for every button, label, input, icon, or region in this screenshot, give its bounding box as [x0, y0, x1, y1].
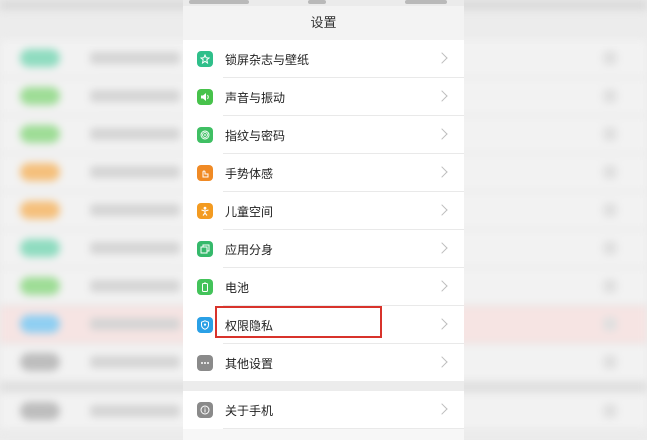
- settings-item-app-clone[interactable]: 应用分身: [183, 230, 464, 268]
- settings-item-wallpaper[interactable]: 锁屏杂志与壁纸: [183, 40, 464, 78]
- settings-item-label: 应用分身: [225, 243, 274, 257]
- chevron-right-icon: [436, 90, 448, 102]
- settings-item-label: 锁屏杂志与壁纸: [225, 53, 310, 67]
- chevron-right-icon: [436, 356, 448, 368]
- child-icon: [197, 203, 213, 219]
- gesture-icon: [197, 165, 213, 181]
- app-clone-icon: [197, 241, 213, 257]
- settings-item-battery[interactable]: 电池: [183, 268, 464, 306]
- wallpaper-icon: [197, 51, 213, 67]
- fingerprint-icon: [197, 127, 213, 143]
- settings-item-label: 电池: [225, 281, 250, 295]
- app-header: 设置: [183, 6, 464, 40]
- speaker-icon: [197, 89, 213, 105]
- section-gap: [183, 381, 464, 391]
- settings-item-label: 关于手机: [225, 404, 274, 418]
- settings-item-other[interactable]: 其他设置: [183, 344, 464, 382]
- chevron-right-icon: [436, 280, 448, 292]
- chevron-right-icon: [436, 52, 448, 64]
- status-left: [189, 0, 249, 4]
- settings-panel: 设置 锁屏杂志与壁纸 声音与振动 指纹与密码 手势体感 儿童空间 应用分身 电池…: [183, 0, 464, 440]
- settings-item-label: 手势体感: [225, 167, 274, 181]
- status-right: [405, 0, 447, 4]
- more-icon: [197, 355, 213, 371]
- divider: [223, 428, 464, 429]
- settings-item-sound[interactable]: 声音与振动: [183, 78, 464, 116]
- settings-item-fingerprint[interactable]: 指纹与密码: [183, 116, 464, 154]
- settings-item-label: 儿童空间: [225, 205, 274, 219]
- chevron-right-icon: [436, 242, 448, 254]
- settings-item-kids-space[interactable]: 儿童空间: [183, 192, 464, 230]
- settings-item-label: 指纹与密码: [225, 129, 286, 143]
- chevron-right-icon: [436, 128, 448, 140]
- battery-icon: [197, 279, 213, 295]
- page-title: 设置: [310, 16, 337, 31]
- settings-item-gesture[interactable]: 手势体感: [183, 154, 464, 192]
- settings-item-about[interactable]: 关于手机: [183, 391, 464, 429]
- highlight-box: [215, 306, 382, 338]
- status-time: [308, 0, 326, 4]
- chevron-right-icon: [436, 166, 448, 178]
- settings-item-label: 声音与振动: [225, 91, 286, 105]
- settings-item-label: 其他设置: [225, 357, 274, 371]
- chevron-right-icon: [436, 403, 448, 415]
- privacy-shield-icon: [197, 317, 213, 333]
- chevron-right-icon: [436, 204, 448, 216]
- chevron-right-icon: [436, 318, 448, 330]
- info-icon: [197, 402, 213, 418]
